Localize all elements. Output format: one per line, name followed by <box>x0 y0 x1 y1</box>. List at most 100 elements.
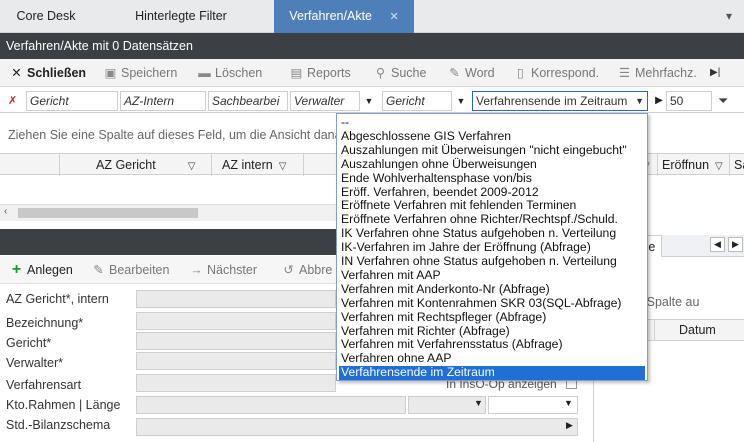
gericht-dropdown-icon[interactable]: ▼ <box>453 91 469 111</box>
label-bilanzschema: Std.-Bilanzschema <box>6 418 111 432</box>
saved-filter-value: Verfahrensende im Zeitraum <box>476 94 628 108</box>
dropdown-option[interactable]: Verfahren mit AAP <box>339 268 645 283</box>
tab-hinterlegte-filter[interactable]: Hinterlegte Filter <box>92 0 270 33</box>
correspond-label: Korrespond. <box>531 66 600 80</box>
grid-header-spacer <box>0 154 60 176</box>
dropdown-option[interactable]: Ende Wohlverhaltensphase von/bis <box>339 171 645 186</box>
dropdown-option[interactable]: Eröffnete Verfahren ohne Richter/Rechtsp… <box>339 213 645 227</box>
saved-filter-combo[interactable]: Verfahrensende im Zeitraum ▼ <box>472 91 648 111</box>
cancel-button[interactable]: ↺ Abbre <box>282 256 332 284</box>
clear-filter-icon[interactable]: ✗ <box>8 94 17 107</box>
label-az-gericht: AZ Gericht*, intern <box>6 292 109 306</box>
filter-gericht[interactable]: Gericht <box>26 91 118 111</box>
close-x-icon: ✕ <box>11 66 22 80</box>
reports-button[interactable]: ▤ Reports <box>290 59 351 87</box>
dropdown-option[interactable]: Auszahlungen ohne Überweisungen <box>339 157 645 172</box>
dropdown-option[interactable]: Verfahren mit Rechtspfleger (Abfrage) <box>339 310 645 325</box>
dropdown-option[interactable]: Verfahren ohne AAP <box>339 352 645 366</box>
filter-icon[interactable]: ⏷ <box>718 93 728 109</box>
bilanzschema-select[interactable] <box>136 418 578 436</box>
dropdown-option[interactable]: IN Verfahren ohne Status aufgehoben n. V… <box>339 254 645 269</box>
verwalter-input[interactable] <box>136 352 336 370</box>
close-icon[interactable]: ✕ <box>389 11 398 23</box>
dropdown-option[interactable]: Verfahren mit Anderkonto-Nr (Abfrage) <box>339 282 645 297</box>
multi-button[interactable]: ☰ Mehrfachz. <box>618 59 697 87</box>
dropdown-option[interactable]: Auszahlungen mit Überweisungen "nicht ei… <box>339 143 645 158</box>
filter-gericht2[interactable]: Gericht <box>382 91 452 111</box>
search-button[interactable]: ⚲ Suche <box>374 59 427 87</box>
column-label: Eröffnun <box>662 158 710 172</box>
arrow-right-icon: → <box>190 263 203 277</box>
dropdown-option[interactable]: -- <box>339 115 645 130</box>
label-bezeichnung: Bezeichnung* <box>6 316 84 330</box>
close-label: Schließen <box>27 66 87 80</box>
bezeichnung-input[interactable] <box>136 312 336 330</box>
tab-verfahren-akte[interactable]: Verfahren/Akte ✕ <box>274 0 414 33</box>
next-label: Nächster <box>207 263 258 277</box>
chevron-down-icon[interactable]: ▼ <box>474 398 483 408</box>
funnel-icon[interactable]: ▽ <box>279 161 287 172</box>
minus-icon: ▬ <box>198 66 211 80</box>
tab-label: Verfahren/Akte <box>289 9 372 23</box>
dropdown-option[interactable]: Abgeschlossene GIS Verfahren <box>339 129 645 144</box>
delete-label: Löschen <box>215 66 263 80</box>
funnel-icon[interactable]: ▽ <box>715 161 723 172</box>
column-az-gericht[interactable]: AZ Gericht ▽ <box>60 154 212 176</box>
filter-az-intern[interactable]: AZ-Intern <box>120 91 206 111</box>
scrollbar-thumb[interactable] <box>18 208 198 218</box>
delete-button[interactable]: ▬ Löschen <box>198 59 262 87</box>
filter-verwalter[interactable]: Verwalter <box>290 91 360 111</box>
tab-bar: Core Desk Hinterlegte Filter Verfahren/A… <box>0 0 744 33</box>
edit-label: Bearbeiten <box>109 263 170 277</box>
word-label: Word <box>465 66 495 80</box>
gericht-input[interactable] <box>136 332 336 350</box>
column-sa[interactable]: Sa <box>730 154 744 176</box>
next-button[interactable]: → Nächster <box>190 256 257 284</box>
prev-tab-icon[interactable]: ◀ <box>710 237 725 252</box>
chevron-down-icon[interactable]: ▼ <box>635 92 644 110</box>
play-icon[interactable]: ▶ <box>651 91 667 111</box>
search-icon: ⚲ <box>375 66 386 80</box>
dropdown-option[interactable]: IK Verfahren ohne Status aufgehoben n. V… <box>339 226 645 241</box>
filter-row: ✗ Gericht AZ-Intern Sachbearbei Verwalte… <box>0 89 744 113</box>
tab-core-desk[interactable]: Core Desk <box>0 0 92 33</box>
edit-button[interactable]: ✎ Bearbeiten <box>92 256 169 284</box>
dropdown-option[interactable]: Verfahren mit Verfahrensstatus (Abfrage) <box>339 338 645 352</box>
column-az-intern[interactable]: AZ intern ▽ <box>212 154 304 176</box>
scroll-left-icon[interactable]: ‹ <box>4 206 7 217</box>
pencil-icon: ✎ <box>93 263 104 277</box>
more-icon[interactable]: ▶| <box>710 59 720 87</box>
close-button[interactable]: ✕ Schließen <box>10 59 86 87</box>
filter-sachbearbeiter[interactable]: Sachbearbei <box>208 91 288 111</box>
save-button[interactable]: ▣ Speichern <box>104 59 178 87</box>
column-label: AZ intern <box>222 158 273 172</box>
label-kto-rahmen: Kto.Rahmen | Länge <box>6 398 121 412</box>
next-tab-icon[interactable]: ▶ <box>728 237 743 252</box>
undo-icon: ↺ <box>283 263 294 277</box>
reports-icon: ▤ <box>290 66 303 80</box>
kto-rahmen-input[interactable] <box>136 396 406 414</box>
column-eroeffnung[interactable]: Eröffnun ▽ <box>658 154 730 176</box>
tab-menu-icon[interactable]: ▾ <box>726 9 732 23</box>
dropdown-option[interactable]: Verfahrensende im Zeitraum <box>339 365 645 380</box>
add-button[interactable]: + Anlegen <box>10 256 73 284</box>
save-label: Speichern <box>121 66 178 80</box>
funnel-icon[interactable]: ▽ <box>188 161 196 172</box>
dropdown-option[interactable]: Eröffnete Verfahren mit fehlenden Termin… <box>339 199 645 213</box>
multi-label: Mehrfachz. <box>635 66 697 80</box>
column-datum[interactable]: Datum <box>654 320 744 340</box>
toolbar: ✕ Schließen ▣ Speichern ▬ Löschen ▤ Reports … <box>0 59 744 87</box>
word-button[interactable]: ✎ Word <box>448 59 495 87</box>
dropdown-option[interactable]: IK-Verfahren im Jahre der Eröffnung (Abf… <box>339 240 645 255</box>
dropdown-option[interactable]: Verfahren mit Kontenrahmen SKR 03(SQL-Ab… <box>339 296 645 311</box>
add-label: Anlegen <box>27 263 73 277</box>
az-gericht-input[interactable] <box>136 290 336 308</box>
verwalter-dropdown-icon[interactable]: ▼ <box>361 91 377 111</box>
verfahrensart-input[interactable] <box>136 374 336 392</box>
row-count-input[interactable]: 50 <box>666 91 712 111</box>
play-icon[interactable]: ▶ <box>566 420 573 431</box>
dropdown-option[interactable]: Verfahren mit Richter (Abfrage) <box>339 324 645 339</box>
dropdown-option[interactable]: Eröff. Verfahren, beendet 2009-2012 <box>339 185 645 200</box>
correspond-button[interactable]: ▯ Korrespond. <box>514 59 599 87</box>
chevron-down-icon[interactable]: ▼ <box>564 398 573 408</box>
